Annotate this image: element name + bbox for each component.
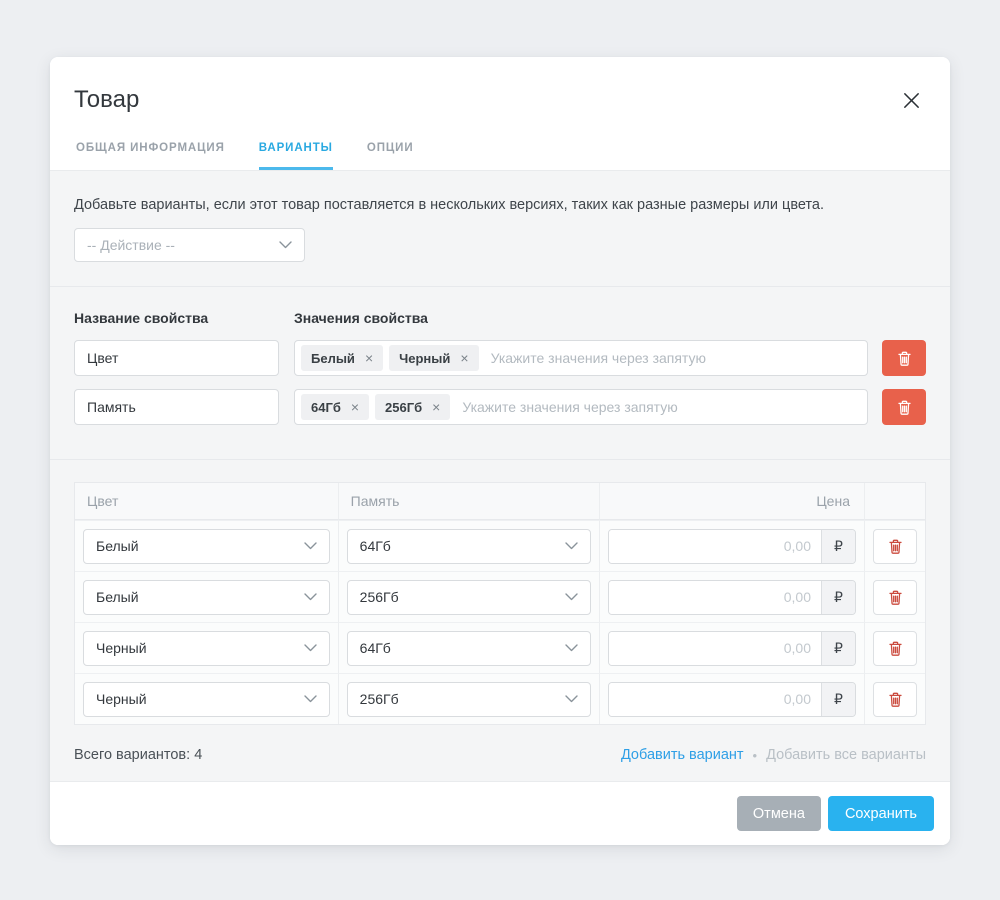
remove-tag-icon[interactable]: × <box>351 400 359 414</box>
property-row-color: Белый × Черный × <box>74 340 926 376</box>
property-values-header: Значения свойства <box>294 310 428 326</box>
property-name-input[interactable] <box>74 340 279 376</box>
delete-variant-button[interactable] <box>873 580 917 615</box>
chevron-down-icon <box>304 593 317 601</box>
chevron-down-icon <box>565 542 578 550</box>
variants-table: Цвет Память Цена Белый 64Гб ₽ <box>74 482 926 725</box>
tab-variants[interactable]: ВАРИАНТЫ <box>259 142 333 170</box>
trash-icon <box>889 539 902 554</box>
delete-variant-button[interactable] <box>873 682 917 717</box>
delete-variant-button[interactable] <box>873 631 917 666</box>
currency-ruble-label: ₽ <box>821 530 855 563</box>
price-input[interactable] <box>609 581 821 614</box>
variant-price-cell: ₽ <box>600 673 865 724</box>
trash-icon <box>889 692 902 707</box>
variants-total: Всего вариантов: 4 <box>74 747 202 763</box>
property-name-header: Название свойства <box>74 310 294 326</box>
add-variant-link[interactable]: Добавить вариант <box>621 747 744 763</box>
column-header-actions <box>865 483 925 520</box>
currency-ruble-label: ₽ <box>821 683 855 716</box>
product-modal: Товар ОБЩАЯ ИНФОРМАЦИЯ ВАРИАНТЫ ОПЦИИ До… <box>50 57 950 845</box>
variant-memory-select[interactable]: 256Гб <box>347 580 592 615</box>
variant-memory-select[interactable]: 256Гб <box>347 682 592 717</box>
properties-section: Название свойства Значения свойства Белы… <box>50 286 950 459</box>
variant-color-select[interactable]: Белый <box>83 580 330 615</box>
price-input[interactable] <box>609 632 821 665</box>
variant-memory-select[interactable]: 64Гб <box>347 529 592 564</box>
value-tag: Белый × <box>301 345 383 371</box>
column-header-memory: Память <box>339 483 601 520</box>
currency-ruble-label: ₽ <box>821 632 855 665</box>
tab-bar: ОБЩАЯ ИНФОРМАЦИЯ ВАРИАНТЫ ОПЦИИ <box>74 142 926 170</box>
property-values-field[interactable]: Белый × Черный × <box>294 340 868 376</box>
property-values-input[interactable] <box>485 350 861 366</box>
currency-ruble-label: ₽ <box>821 581 855 614</box>
value-tag: 64Гб × <box>301 394 369 420</box>
variant-actions-cell <box>865 520 925 571</box>
property-values-field[interactable]: 64Гб × 256Гб × <box>294 389 868 425</box>
remove-tag-icon[interactable]: × <box>365 351 373 365</box>
delete-variant-button[interactable] <box>873 529 917 564</box>
action-select[interactable]: -- Действие -- <box>74 228 305 262</box>
page-title: Товар <box>74 85 926 115</box>
variant-color-cell: Черный <box>75 673 339 724</box>
variant-color-select[interactable]: Черный <box>83 682 330 717</box>
variant-actions-cell <box>865 622 925 673</box>
property-values-input[interactable] <box>456 399 861 415</box>
variant-color-cell: Белый <box>75 571 339 622</box>
variant-price-cell: ₽ <box>600 571 865 622</box>
variants-table-section: Цвет Память Цена Белый 64Гб ₽ <box>50 459 950 781</box>
modal-footer: Отмена Сохранить <box>50 781 950 845</box>
variant-color-cell: Черный <box>75 622 339 673</box>
column-header-price: Цена <box>600 483 865 520</box>
tab-general-info[interactable]: ОБЩАЯ ИНФОРМАЦИЯ <box>76 142 225 170</box>
delete-property-button[interactable] <box>882 389 926 425</box>
variant-memory-select[interactable]: 64Гб <box>347 631 592 666</box>
property-name-input[interactable] <box>74 389 279 425</box>
variants-intro-section: Добавьте варианты, если этот товар поста… <box>50 171 950 286</box>
variant-price-cell: ₽ <box>600 622 865 673</box>
trash-icon <box>898 351 911 366</box>
cancel-button[interactable]: Отмена <box>737 796 821 831</box>
variant-color-select[interactable]: Черный <box>83 631 330 666</box>
price-input[interactable] <box>609 683 821 716</box>
variant-actions-cell <box>865 571 925 622</box>
close-button[interactable] <box>898 87 924 113</box>
chevron-down-icon <box>279 241 292 249</box>
add-all-variants-link[interactable]: Добавить все варианты <box>766 747 926 763</box>
save-button[interactable]: Сохранить <box>828 796 934 831</box>
remove-tag-icon[interactable]: × <box>432 400 440 414</box>
value-tag: Черный × <box>389 345 478 371</box>
tab-options[interactable]: ОПЦИИ <box>367 142 414 170</box>
variant-color-cell: Белый <box>75 520 339 571</box>
action-select-value: -- Действие -- <box>87 237 175 253</box>
trash-icon <box>898 400 911 415</box>
trash-icon <box>889 590 902 605</box>
close-icon <box>901 90 922 111</box>
chevron-down-icon <box>565 695 578 703</box>
variant-memory-cell: 64Гб <box>339 622 601 673</box>
remove-tag-icon[interactable]: × <box>460 351 468 365</box>
modal-header: Товар ОБЩАЯ ИНФОРМАЦИЯ ВАРИАНТЫ ОПЦИИ <box>50 57 950 171</box>
chevron-down-icon <box>304 695 317 703</box>
trash-icon <box>889 641 902 656</box>
variant-memory-cell: 256Гб <box>339 571 601 622</box>
chevron-down-icon <box>565 593 578 601</box>
variant-color-select[interactable]: Белый <box>83 529 330 564</box>
property-row-memory: 64Гб × 256Гб × <box>74 389 926 425</box>
chevron-down-icon <box>304 542 317 550</box>
dot-separator: • <box>753 748 758 763</box>
variant-memory-cell: 64Гб <box>339 520 601 571</box>
variant-price-cell: ₽ <box>600 520 865 571</box>
variants-description: Добавьте варианты, если этот товар поста… <box>74 196 926 214</box>
variant-memory-cell: 256Гб <box>339 673 601 724</box>
delete-property-button[interactable] <box>882 340 926 376</box>
price-input[interactable] <box>609 530 821 563</box>
variant-actions-cell <box>865 673 925 724</box>
chevron-down-icon <box>565 644 578 652</box>
table-footer: Всего вариантов: 4 Добавить вариант • До… <box>74 747 926 763</box>
column-header-color: Цвет <box>75 483 339 520</box>
chevron-down-icon <box>304 644 317 652</box>
value-tag: 256Гб × <box>375 394 450 420</box>
